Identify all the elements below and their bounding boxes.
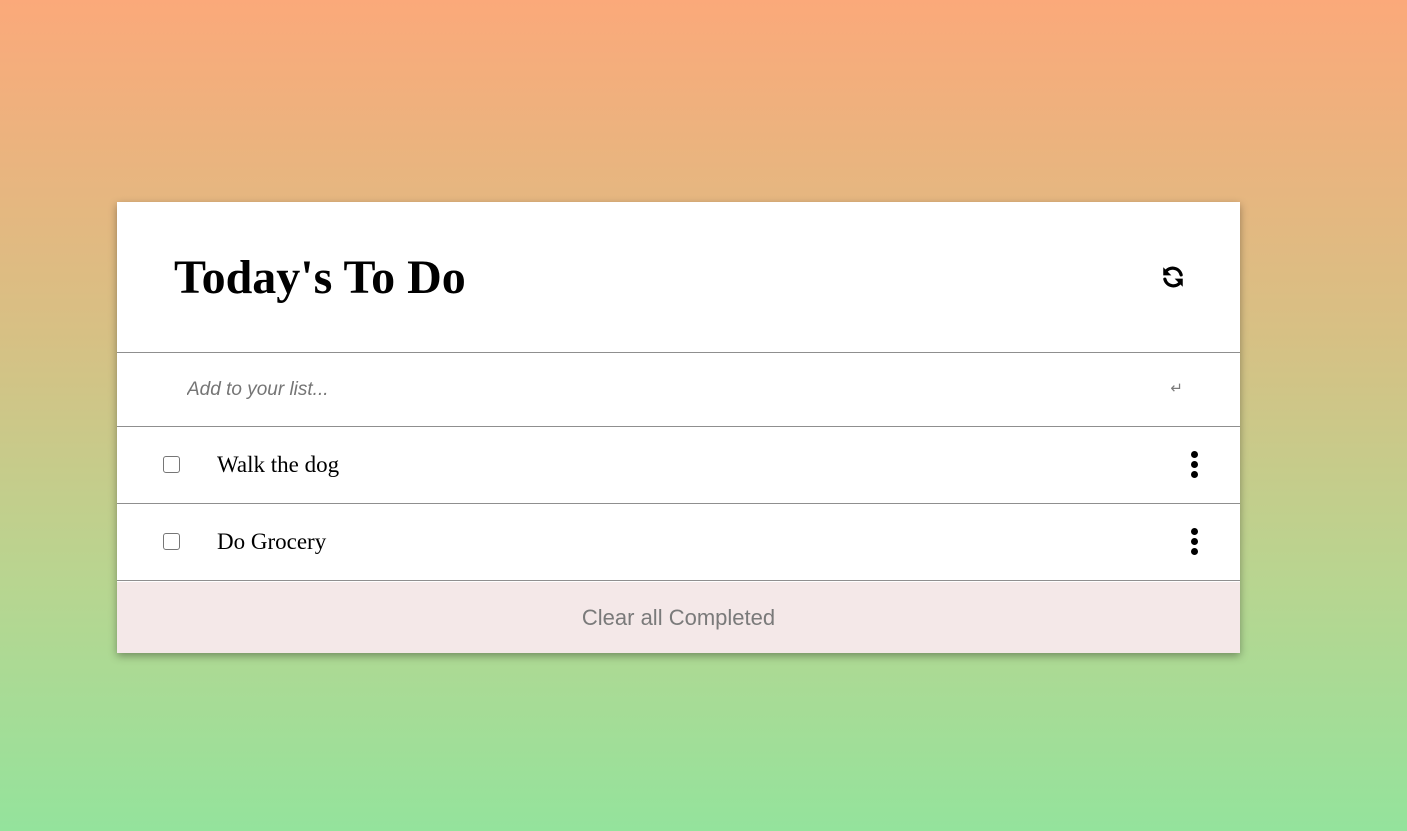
task-menu-button[interactable] [1188, 528, 1202, 556]
clear-completed-button[interactable]: Clear all Completed [117, 582, 1240, 653]
more-vertical-icon-dot [1191, 451, 1198, 458]
task-checkbox[interactable] [163, 456, 180, 473]
add-task-input[interactable] [187, 371, 1087, 409]
more-vertical-icon-dot [1191, 538, 1198, 545]
task-item: Do Grocery [117, 504, 1240, 581]
task-label: Do Grocery [217, 529, 327, 554]
add-task-row: ↵ [117, 353, 1240, 427]
clear-completed-label: Clear all Completed [581, 604, 776, 630]
page-title: Today's To Do [174, 251, 466, 304]
task-item: Walk the dog [117, 427, 1240, 504]
todo-card: Today's To Do ↵ Walk the dog Do Grocery [117, 202, 1240, 653]
more-vertical-icon-dot [1191, 548, 1198, 555]
refresh-icon [1163, 266, 1183, 288]
enter-icon[interactable]: ↵ [1170, 376, 1183, 400]
task-label: Walk the dog [217, 452, 340, 477]
task-menu-button[interactable] [1188, 451, 1202, 479]
refresh-button[interactable] [1158, 262, 1188, 292]
more-vertical-icon-dot [1191, 461, 1198, 468]
more-vertical-icon-dot [1191, 528, 1198, 535]
task-checkbox[interactable] [163, 533, 180, 550]
more-vertical-icon-dot [1191, 471, 1198, 478]
card-header: Today's To Do [117, 202, 1240, 353]
